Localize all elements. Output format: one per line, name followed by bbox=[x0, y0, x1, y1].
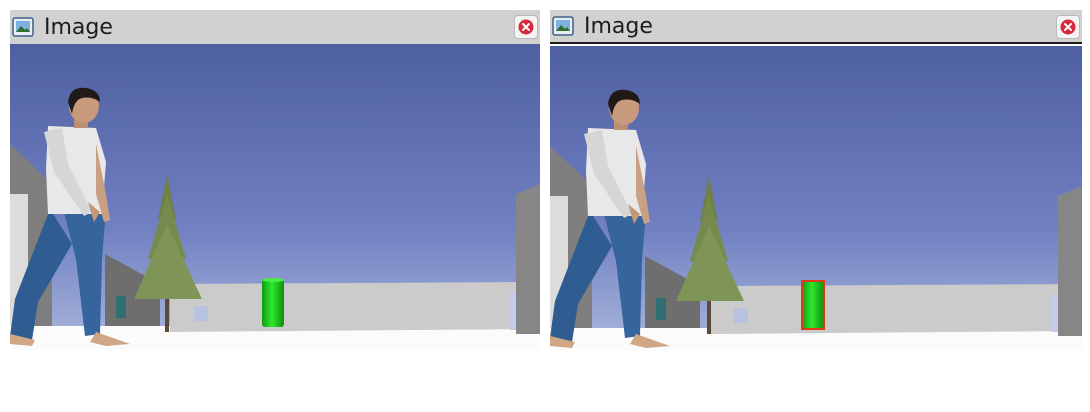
camera-view bbox=[10, 44, 540, 350]
building-right bbox=[1058, 186, 1082, 336]
close-icon bbox=[1060, 19, 1076, 35]
window-title: Image bbox=[584, 13, 653, 39]
close-icon bbox=[518, 19, 534, 35]
wall-window bbox=[194, 306, 208, 321]
close-button[interactable] bbox=[514, 15, 538, 39]
camera-view-detection bbox=[550, 46, 1082, 350]
window-title: Image bbox=[44, 14, 113, 40]
scene-render bbox=[10, 44, 540, 350]
image-window-left: Image bbox=[10, 10, 540, 350]
image-window-right: Image bbox=[550, 10, 1082, 350]
close-button[interactable] bbox=[1056, 15, 1080, 39]
image-icon bbox=[12, 17, 34, 37]
green-cylinder-detected bbox=[801, 280, 825, 330]
scene-render bbox=[550, 46, 1082, 350]
image-icon bbox=[552, 16, 574, 36]
wall-window bbox=[734, 308, 748, 323]
window-titlebar[interactable]: Image bbox=[10, 10, 540, 44]
wall-back bbox=[710, 284, 1082, 334]
building-window bbox=[116, 296, 126, 318]
building-window bbox=[656, 298, 666, 320]
building-right bbox=[516, 184, 540, 334]
wall-back bbox=[170, 282, 540, 332]
green-cylinder bbox=[262, 278, 284, 327]
window-titlebar[interactable]: Image bbox=[550, 10, 1082, 44]
